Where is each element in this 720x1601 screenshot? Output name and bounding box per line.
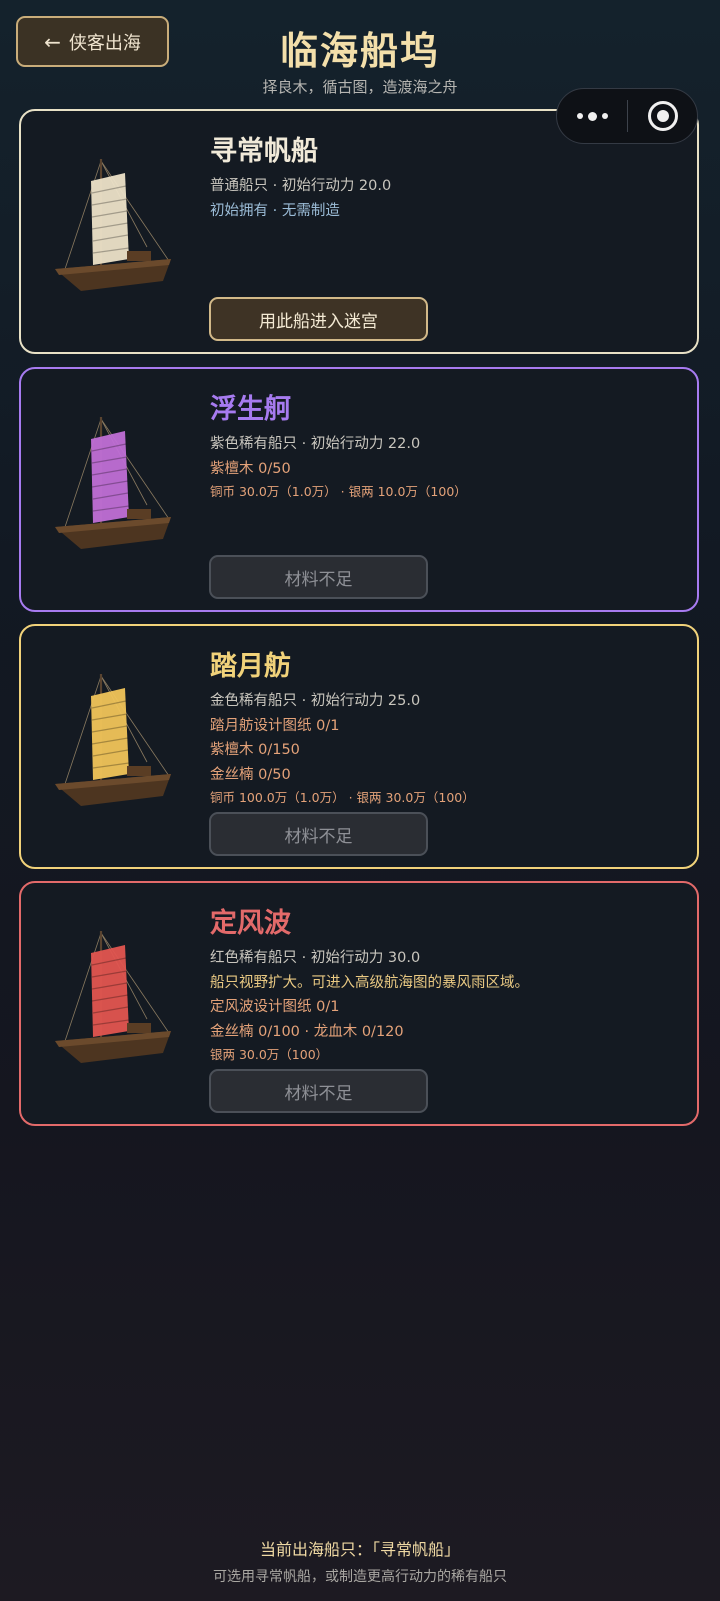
ship-image	[55, 674, 171, 806]
ship-name: 浮生舸	[210, 394, 291, 425]
insufficient-materials-button[interactable]: 材料不足	[209, 555, 428, 599]
ship-info: 浮生舸紫色稀有船只 · 初始行动力 22.0 紫檀木 0/50 铜币 30.0万（1…	[210, 387, 677, 503]
current-ship-label: 当前出海船只：「寻常帆船」	[259, 1540, 460, 1559]
ship-detail-line: 红色稀有船只 · 初始行动力 30.0	[210, 950, 421, 966]
ship-detail-line: 普通船只 · 初始行动力 20.0	[210, 178, 392, 194]
ship-image	[55, 159, 171, 291]
ship-card: 定风波红色稀有船只 · 初始行动力 30.0 船只视野扩大。可进入高级航海图的暴风…	[19, 881, 699, 1126]
ship-detail-line: 踏月舫设计图纸 0/1	[210, 717, 340, 734]
ship-info: 踏月舫金色稀有船只 · 初始行动力 25.0 踏月舫设计图纸 0/1 紫檀木 0/1…	[210, 644, 677, 809]
ship-info: 定风波红色稀有船只 · 初始行动力 30.0 船只视野扩大。可进入高级航海图的暴风…	[210, 901, 677, 1066]
use-ship-button[interactable]: 用此船进入迷宫	[209, 297, 428, 341]
mini-program-capsule	[556, 88, 698, 144]
ship-image	[55, 417, 171, 549]
ship-name: 踏月舫	[210, 651, 291, 682]
ship-detail-line: 铜币 30.0万（1.0万） · 银两 10.0万（100）	[210, 484, 467, 499]
ship-detail-line: 金丝楠 0/50	[210, 766, 291, 783]
ship-detail-line: 金丝楠 0/100 · 龙血木 0/120	[210, 1023, 404, 1040]
ship-detail-line: 船只视野扩大。可进入高级航海图的暴风雨区域。	[210, 974, 529, 991]
ship-name: 定风波	[210, 908, 291, 939]
footer-hint: 可选用寻常帆船，或制造更高行动力的稀有船只	[213, 1569, 507, 1585]
ship-detail-line: 初始拥有 · 无需制造	[210, 202, 340, 219]
more-dots-icon[interactable]	[557, 111, 627, 121]
page-title: 临海船坞	[279, 28, 440, 73]
ship-card: 浮生舸紫色稀有船只 · 初始行动力 22.0 紫檀木 0/50 铜币 30.0万（1…	[19, 367, 699, 612]
ship-card: 寻常帆船 普通船只 · 初始行动力 20.0 初始拥有 · 无需制造 用此船进入迷宫	[19, 109, 699, 354]
ship-detail-line: 银两 30.0万（100）	[210, 1047, 329, 1062]
ship-card: 踏月舫金色稀有船只 · 初始行动力 25.0 踏月舫设计图纸 0/1 紫檀木 0/1…	[19, 624, 699, 869]
ship-image	[55, 931, 171, 1063]
insufficient-materials-button[interactable]: 材料不足	[209, 812, 428, 856]
ship-detail-line: 铜币 100.0万（1.0万） · 银两 30.0万（100）	[210, 790, 475, 805]
ship-detail-line: 紫色稀有船只 · 初始行动力 22.0	[210, 436, 421, 452]
ship-detail-line: 定风波设计图纸 0/1	[210, 999, 340, 1015]
ship-detail-line: 紫檀木 0/50	[210, 460, 291, 477]
target-circle-icon[interactable]	[628, 101, 697, 131]
insufficient-materials-button[interactable]: 材料不足	[209, 1069, 428, 1113]
ship-detail-line: 紫檀木 0/150	[210, 742, 300, 758]
ship-detail-line: 金色稀有船只 · 初始行动力 25.0	[210, 693, 421, 709]
